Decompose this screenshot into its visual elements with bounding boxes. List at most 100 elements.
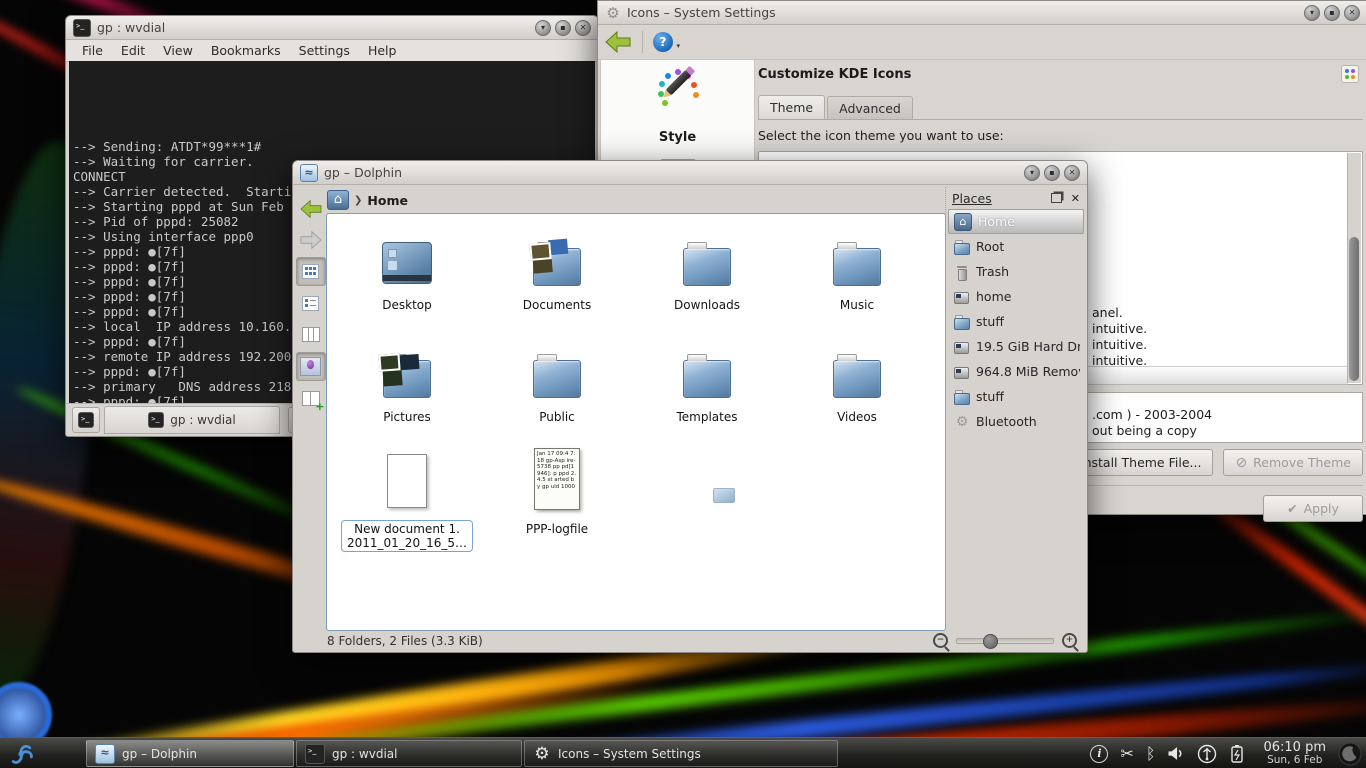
menu-item[interactable]: View	[155, 41, 201, 60]
places-item[interactable]: 964.8 MiB Remov…	[948, 359, 1084, 384]
remove-theme-button[interactable]: Remove Theme	[1223, 449, 1363, 476]
terminal-tab[interactable]: gp : wvdial	[104, 406, 280, 434]
sidebar-item-style[interactable]: Style	[652, 70, 704, 145]
klipper-scissors-icon[interactable]: ✂	[1120, 746, 1133, 762]
theme-list-row[interactable]: anel.	[1092, 305, 1123, 320]
zoom-slider[interactable]	[956, 638, 1054, 644]
file-item[interactable]: Videos	[782, 334, 932, 446]
zoom-out-icon[interactable]: −	[933, 633, 948, 648]
notifications-icon[interactable]: i	[1090, 745, 1108, 763]
file-item[interactable]: Documents	[482, 222, 632, 334]
close-button[interactable]: ✕	[1064, 165, 1080, 181]
places-item[interactable]: stuff	[948, 384, 1084, 409]
toolbar: ?	[598, 25, 1366, 60]
places-item[interactable]: Trash	[948, 259, 1084, 284]
file-label: Music	[834, 296, 880, 314]
device-notifier-usb-icon[interactable]	[1197, 744, 1217, 764]
details-view-button[interactable]	[297, 290, 325, 317]
volume-icon[interactable]	[1167, 746, 1185, 761]
battery-monitor-icon[interactable]	[1229, 744, 1245, 764]
places-item[interactable]: Bluetooth	[948, 409, 1084, 434]
menu-item[interactable]: File	[74, 41, 111, 60]
back-button[interactable]	[297, 195, 325, 222]
zoom-slider-handle[interactable]	[983, 634, 998, 649]
minimize-button[interactable]: ▾	[1024, 165, 1040, 181]
places-item[interactable]: home	[948, 284, 1084, 309]
breadcrumb-home[interactable]: Home	[367, 193, 408, 208]
places-item[interactable]: 19.5 GiB Hard Drive	[948, 334, 1084, 359]
maximize-button[interactable]: ▪	[555, 20, 571, 36]
status-bar: 8 Folders, 2 Files (3.3 KiB) − +	[293, 629, 1087, 652]
detach-panel-icon[interactable]	[1051, 193, 1062, 203]
app-launcher-button[interactable]	[0, 738, 42, 768]
new-tab-button[interactable]	[72, 407, 100, 433]
gear-icon	[605, 5, 621, 21]
folder-view[interactable]: Desktop Documents Downloads Musi	[326, 213, 946, 631]
menu-item[interactable]: Edit	[113, 41, 153, 60]
titlebar-dolphin[interactable]: gp – Dolphin ▾ ▪ ✕	[293, 161, 1087, 185]
file-item[interactable]: Pictures	[332, 334, 482, 446]
apply-button[interactable]: Apply	[1263, 495, 1363, 522]
home-icon[interactable]: ⌂	[327, 190, 349, 210]
split-view-button[interactable]	[297, 385, 325, 412]
file-preview-text: Jan 17 09:4 7:18 gp-Asp ire-5738 pp pd[1…	[534, 448, 580, 510]
taskbar-task-system-settings[interactable]: Icons – System Settings	[524, 740, 838, 767]
close-panel-icon[interactable]: ✕	[1071, 192, 1080, 205]
menu-item[interactable]: Settings	[291, 41, 358, 60]
places-item-icon	[954, 213, 972, 231]
forward-button[interactable]	[297, 226, 325, 253]
maximize-button[interactable]: ▪	[1044, 165, 1060, 181]
terminal-line: --> Sending: ATDT*99***1#	[73, 139, 591, 154]
menu-item[interactable]: Bookmarks	[203, 41, 289, 60]
close-button[interactable]: ✕	[1344, 5, 1360, 21]
places-item-label: Bluetooth	[976, 414, 1037, 429]
zoom-in-icon[interactable]: +	[1062, 633, 1077, 648]
scrollbar[interactable]	[1347, 153, 1361, 383]
titlebar-system-settings[interactable]: Icons – System Settings ▾ ▪ ✕	[598, 1, 1366, 25]
preview-button[interactable]	[296, 352, 326, 381]
close-button[interactable]: ✕	[575, 20, 591, 36]
places-item-label: stuff	[976, 314, 1004, 329]
menu-item[interactable]: Help	[360, 41, 405, 60]
back-icon[interactable]	[604, 30, 632, 54]
icons-view-button[interactable]	[296, 257, 326, 286]
file-item[interactable]: Desktop	[332, 222, 482, 334]
titlebar-konsole[interactable]: gp : wvdial ▾ ▪ ✕	[66, 16, 598, 40]
file-item[interactable]: Music	[782, 222, 932, 334]
file-item[interactable]: Public	[482, 334, 632, 446]
taskbar-task-dolphin[interactable]: gp – Dolphin	[86, 740, 294, 767]
file-icon	[833, 360, 881, 398]
status-text: 8 Folders, 2 Files (3.3 KiB)	[327, 634, 483, 648]
help-icon[interactable]: ?	[653, 32, 673, 52]
icon-grid-widget[interactable]	[1341, 65, 1359, 83]
file-item[interactable]: Downloads	[632, 222, 782, 334]
places-item[interactable]: Home	[948, 209, 1084, 234]
theme-list-row[interactable]: intuitive.	[1092, 337, 1147, 352]
file-item[interactable]: Jan 17 09:4 7:18 gp-Asp ire-5738 pp pd[1…	[482, 446, 632, 558]
columns-view-button[interactable]	[297, 321, 325, 348]
bluetooth-icon[interactable]: ᛒ	[1146, 746, 1156, 762]
window-title: gp : wvdial	[97, 20, 165, 35]
plasma-cashew-icon[interactable]	[1338, 742, 1362, 766]
minimize-button[interactable]: ▾	[1304, 5, 1320, 21]
file-item[interactable]: Templates	[632, 334, 782, 446]
dolphin-icon	[300, 164, 318, 182]
file-icon	[683, 360, 731, 398]
file-item[interactable]: New document 1. 2011_01_20_16_5…	[332, 446, 482, 558]
file-icon	[533, 248, 581, 286]
digital-clock[interactable]: 06:10 pm Sun, 6 Feb	[1263, 741, 1326, 767]
settings-tab[interactable]: Advanced	[827, 96, 913, 119]
icons-view-icon	[302, 264, 319, 279]
style-icon	[652, 70, 704, 116]
theme-list-row[interactable]: intuitive.	[1092, 321, 1147, 336]
places-item[interactable]: stuff	[948, 309, 1084, 334]
terminal-icon	[73, 19, 91, 37]
maximize-button[interactable]: ▪	[1324, 5, 1340, 21]
settings-tab[interactable]: Theme	[758, 95, 825, 119]
taskbar-task-konsole[interactable]: gp : wvdial	[296, 740, 522, 767]
places-item[interactable]: Root	[948, 234, 1084, 259]
scrollbar-thumb[interactable]	[1349, 237, 1359, 381]
places-panel: Places ✕ Home Root	[945, 187, 1084, 628]
file-icon	[683, 248, 731, 286]
minimize-button[interactable]: ▾	[535, 20, 551, 36]
